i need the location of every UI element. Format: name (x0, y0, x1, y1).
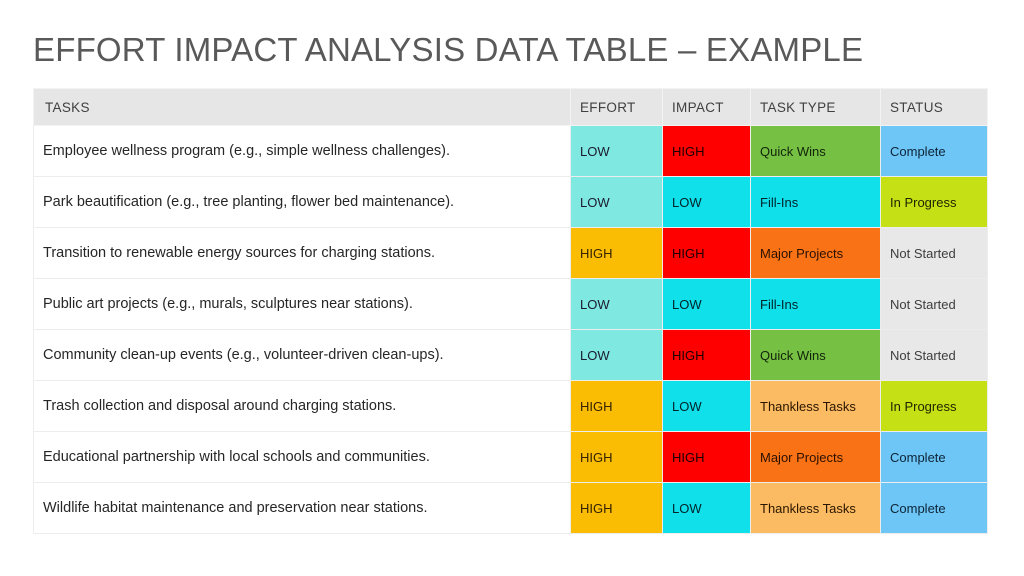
cell-effort: HIGH (570, 482, 663, 534)
cell-effort: HIGH (570, 431, 663, 483)
table-header-row: TASKS EFFORT IMPACT TASK TYPE STATUS (33, 88, 988, 126)
cell-task-description: Trash collection and disposal around cha… (33, 380, 571, 432)
cell-impact: LOW (662, 380, 751, 432)
cell-task-description: Park beautification (e.g., tree planting… (33, 176, 571, 228)
column-header-tasktype[interactable]: TASK TYPE (750, 88, 881, 126)
cell-task-type: Fill-Ins (750, 176, 881, 228)
cell-status: Not Started (880, 227, 988, 279)
slide-canvas: EFFORT IMPACT ANALYSIS DATA TABLE – EXAM… (0, 0, 1024, 576)
cell-impact: HIGH (662, 125, 751, 177)
effort-impact-data-table: TASKS EFFORT IMPACT TASK TYPE STATUS Emp… (33, 88, 988, 534)
cell-impact: HIGH (662, 329, 751, 381)
cell-status: Complete (880, 482, 988, 534)
cell-status: Complete (880, 431, 988, 483)
cell-impact: LOW (662, 176, 751, 228)
column-header-impact[interactable]: IMPACT (662, 88, 751, 126)
cell-status: Not Started (880, 278, 988, 330)
cell-task-description: Transition to renewable energy sources f… (33, 227, 571, 279)
table-row[interactable]: Community clean-up events (e.g., volunte… (33, 329, 988, 381)
cell-effort: LOW (570, 329, 663, 381)
cell-impact: HIGH (662, 431, 751, 483)
cell-task-description: Employee wellness program (e.g., simple … (33, 125, 571, 177)
cell-impact: LOW (662, 482, 751, 534)
table-row[interactable]: Park beautification (e.g., tree planting… (33, 176, 988, 228)
cell-status: Complete (880, 125, 988, 177)
cell-task-type: Thankless Tasks (750, 482, 881, 534)
table-body: Employee wellness program (e.g., simple … (33, 125, 988, 534)
cell-task-type: Quick Wins (750, 329, 881, 381)
column-header-tasks[interactable]: TASKS (33, 88, 571, 126)
cell-task-description: Community clean-up events (e.g., volunte… (33, 329, 571, 381)
table-row[interactable]: Educational partnership with local schoo… (33, 431, 988, 483)
cell-impact: HIGH (662, 227, 751, 279)
cell-effort: HIGH (570, 227, 663, 279)
cell-task-description: Educational partnership with local schoo… (33, 431, 571, 483)
cell-effort: LOW (570, 176, 663, 228)
cell-task-type: Quick Wins (750, 125, 881, 177)
cell-status: Not Started (880, 329, 988, 381)
cell-task-type: Major Projects (750, 431, 881, 483)
cell-task-description: Wildlife habitat maintenance and preserv… (33, 482, 571, 534)
table-row[interactable]: Transition to renewable energy sources f… (33, 227, 988, 279)
cell-status: In Progress (880, 380, 988, 432)
cell-effort: LOW (570, 278, 663, 330)
cell-effort: HIGH (570, 380, 663, 432)
column-header-status[interactable]: STATUS (880, 88, 988, 126)
table-row[interactable]: Wildlife habitat maintenance and preserv… (33, 482, 988, 534)
cell-impact: LOW (662, 278, 751, 330)
table-row[interactable]: Public art projects (e.g., murals, sculp… (33, 278, 988, 330)
table-header: TASKS EFFORT IMPACT TASK TYPE STATUS (33, 88, 988, 126)
cell-effort: LOW (570, 125, 663, 177)
table-row[interactable]: Trash collection and disposal around cha… (33, 380, 988, 432)
cell-task-description: Public art projects (e.g., murals, sculp… (33, 278, 571, 330)
table-row[interactable]: Employee wellness program (e.g., simple … (33, 125, 988, 177)
column-header-effort[interactable]: EFFORT (570, 88, 663, 126)
cell-task-type: Thankless Tasks (750, 380, 881, 432)
cell-status: In Progress (880, 176, 988, 228)
cell-task-type: Major Projects (750, 227, 881, 279)
page-title: EFFORT IMPACT ANALYSIS DATA TABLE – EXAM… (33, 31, 864, 68)
cell-task-type: Fill-Ins (750, 278, 881, 330)
